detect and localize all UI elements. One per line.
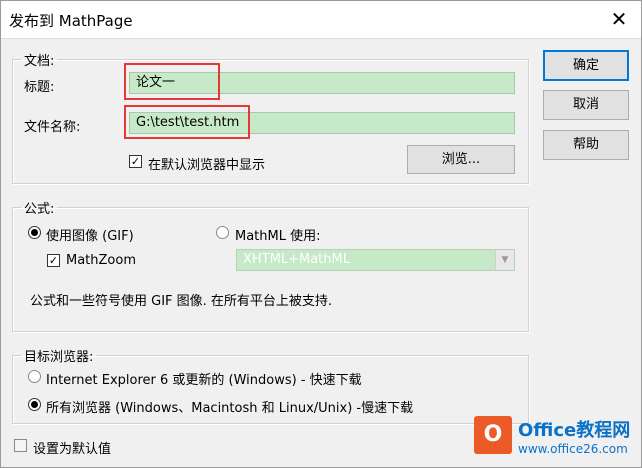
chevron-down-icon[interactable]: ▼ xyxy=(495,250,514,270)
watermark-name: Office教程网 xyxy=(518,420,631,441)
mathzoom-checkbox[interactable]: ✓ xyxy=(47,254,60,267)
mathzoom-label: MathZoom xyxy=(66,253,136,268)
ie-option-label: Internet Explorer 6 或更新的 (Windows) - 快速下… xyxy=(46,373,362,388)
watermark-url: www.office26.com xyxy=(518,442,628,456)
office-logo-icon: O xyxy=(474,416,512,454)
ie-radio[interactable] xyxy=(28,370,41,383)
filename-label: 文件名称: xyxy=(24,120,81,135)
office26-watermark: O Office教程网 www.office26.com xyxy=(470,412,638,462)
title-label: 标题: xyxy=(24,80,55,95)
mathml-select-value: XHTML+MathML xyxy=(243,252,350,267)
show-in-browser-checkbox[interactable]: ✓ xyxy=(129,155,142,168)
title-input[interactable]: 论文一 xyxy=(129,72,515,94)
set-default-label: 设置为默认值 xyxy=(33,442,112,457)
formula-description: 公式和一些符号使用 GIF 图像. 在所有平台上被支持. xyxy=(30,294,333,309)
set-default-checkbox[interactable] xyxy=(14,439,27,452)
close-icon[interactable]: ✕ xyxy=(596,0,642,38)
ok-button[interactable]: 确定 xyxy=(543,50,629,81)
title-bar: 发布到 MathPage ✕ xyxy=(0,0,642,39)
all-browsers-radio[interactable] xyxy=(28,398,41,411)
target-browser-legend: 目标浏览器: xyxy=(24,350,94,365)
formula-group-legend: 公式: xyxy=(24,202,55,217)
show-in-browser-label: 在默认浏览器中显示 xyxy=(148,158,266,173)
mathml-select[interactable]: XHTML+MathML ▼ xyxy=(236,249,515,271)
document-group-legend: 文档: xyxy=(24,54,55,69)
mathml-radio[interactable] xyxy=(216,226,229,239)
mathml-label: MathML 使用: xyxy=(235,229,321,244)
use-image-radio[interactable] xyxy=(28,226,41,239)
help-button[interactable]: 帮助 xyxy=(543,130,629,160)
use-image-label: 使用图像 (GIF) xyxy=(46,229,134,244)
cancel-button[interactable]: 取消 xyxy=(543,90,629,120)
all-browsers-option-label: 所有浏览器 (Windows、Macintosh 和 Linux/Unix) -… xyxy=(46,401,414,416)
browse-button[interactable]: 浏览... xyxy=(407,145,515,174)
filename-input[interactable]: G:\test\test.htm xyxy=(129,112,515,134)
window-title: 发布到 MathPage xyxy=(9,12,133,30)
